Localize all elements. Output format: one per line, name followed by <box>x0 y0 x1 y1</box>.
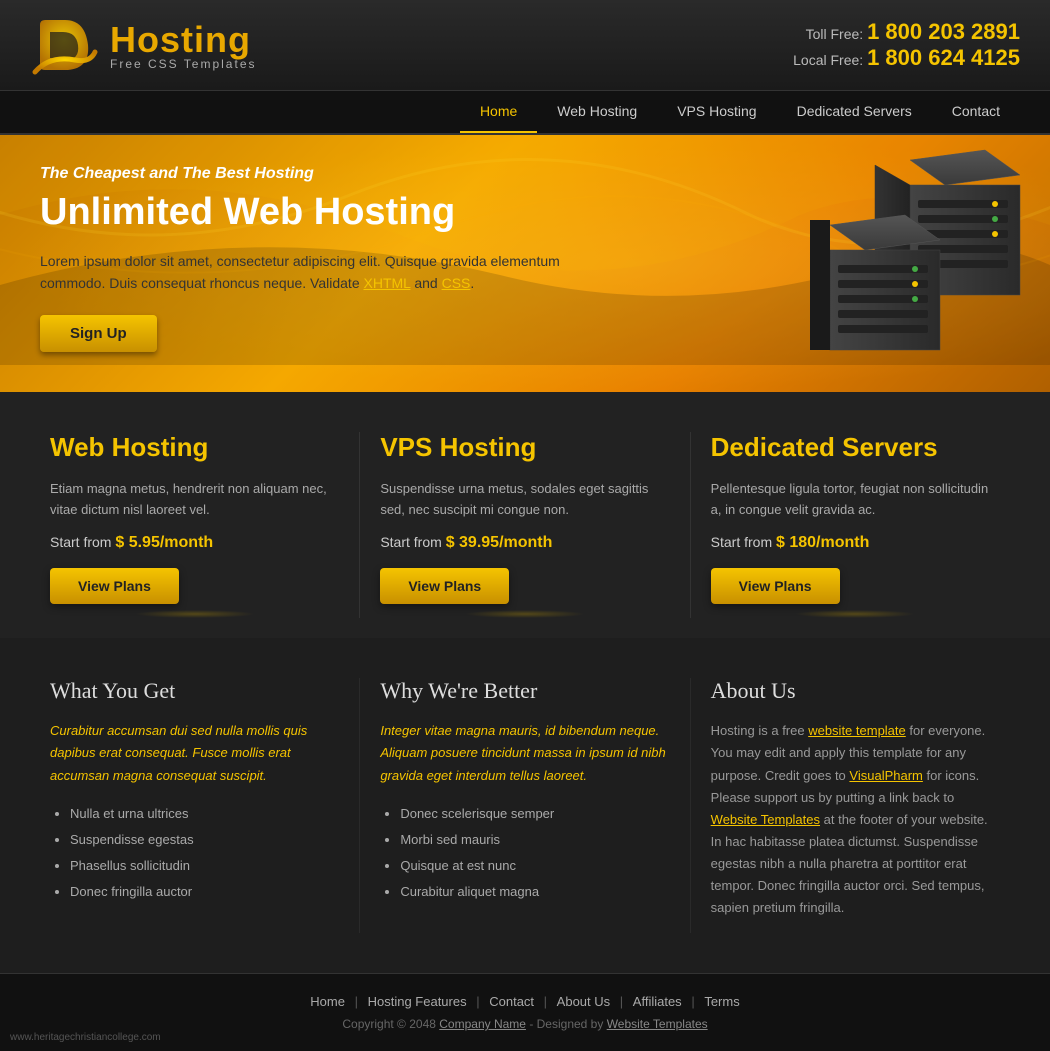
hero-title: Unlimited Web Hosting <box>40 191 574 234</box>
plan-dedicated-servers-title: Dedicated Servers <box>711 432 1000 463</box>
list-item: Nulla et urna ultrices <box>70 801 339 827</box>
footer-wrapper: Home | Hosting Features | Contact | Abou… <box>0 973 1050 1051</box>
btn-reflection <box>135 610 255 618</box>
nav-vps-hosting[interactable]: VPS Hosting <box>657 91 776 133</box>
footer-copyright: Copyright © 2048 Company Name - Designed… <box>30 1017 1020 1031</box>
logo-text-area: Hosting Free CSS Templates <box>110 19 257 71</box>
plan-web-hosting-desc: Etiam magna metus, hendrerit non aliquam… <box>50 479 339 521</box>
plans-section: Web Hosting Etiam magna metus, hendrerit… <box>0 392 1050 639</box>
copyright-text: Copyright © 2048 <box>342 1017 436 1031</box>
designed-by-text: - Designed by <box>529 1017 606 1031</box>
view-plans-dedicated-servers[interactable]: View Plans <box>711 568 840 604</box>
footer-divider: | <box>355 994 362 1009</box>
plan-vps-hosting-title: VPS Hosting <box>380 432 669 463</box>
logo-area: Hosting Free CSS Templates <box>30 10 257 80</box>
website-template-link[interactable]: website template <box>808 723 906 738</box>
local-free-label: Local Free: <box>793 52 863 68</box>
company-name-link[interactable]: Company Name <box>439 1017 526 1031</box>
contact-area: Toll Free: 1 800 203 2891 Local Free: 1 … <box>793 19 1020 71</box>
toll-free-label: Toll Free: <box>806 26 864 42</box>
toll-free-number: 1 800 203 2891 <box>867 19 1020 44</box>
footer-link-affiliates[interactable]: Affiliates <box>633 994 682 1009</box>
info-section: What You Get Curabitur accumsan dui sed … <box>0 638 1050 973</box>
list-item: Donec scelerisque semper <box>400 801 669 827</box>
footer-divider: | <box>691 994 698 1009</box>
list-item: Suspendisse egestas <box>70 827 339 853</box>
website-templates-link-about[interactable]: Website Templates <box>711 812 820 827</box>
nav-dedicated-servers[interactable]: Dedicated Servers <box>777 91 932 133</box>
footer-link-about-us[interactable]: About Us <box>557 994 610 1009</box>
info-why-better-title: Why We're Better <box>380 678 669 704</box>
main-nav: Home Web Hosting VPS Hosting Dedicated S… <box>0 91 1050 135</box>
plan-web-hosting: Web Hosting Etiam magna metus, hendrerit… <box>30 432 360 619</box>
list-item: Donec fringilla auctor <box>70 879 339 905</box>
hero-server-image <box>810 145 1030 360</box>
toll-free-line: Toll Free: 1 800 203 2891 <box>793 19 1020 45</box>
info-about-us-text: Hosting is a free website template for e… <box>711 720 1000 919</box>
list-item: Curabitur aliquet magna <box>400 879 669 905</box>
footer-divider: | <box>620 994 627 1009</box>
list-item: Morbi sed mauris <box>400 827 669 853</box>
hero-tagline: The Cheapest and The Best Hosting <box>40 165 574 183</box>
hero-description: Lorem ipsum dolor sit amet, consectetur … <box>40 250 574 295</box>
plan-dedicated-servers: Dedicated Servers Pellentesque ligula to… <box>691 432 1020 619</box>
watermark: www.heritagechristiancollege.com <box>10 1032 161 1043</box>
website-templates-footer-link[interactable]: Website Templates <box>607 1017 708 1031</box>
logo-title: Hosting <box>110 19 257 61</box>
logo-subtitle: Free CSS Templates <box>110 57 257 71</box>
footer-link-contact[interactable]: Contact <box>489 994 534 1009</box>
info-about-us: About Us Hosting is a free website templ… <box>691 678 1020 933</box>
info-what-you-get: What You Get Curabitur accumsan dui sed … <box>30 678 360 933</box>
footer-divider: | <box>544 994 551 1009</box>
site-header: Hosting Free CSS Templates Toll Free: 1 … <box>0 0 1050 91</box>
css-link[interactable]: CSS <box>442 275 471 291</box>
info-why-better-list: Donec scelerisque semper Morbi sed mauri… <box>380 801 669 905</box>
plan-web-hosting-price: Start from $ 5.95/month <box>50 534 339 552</box>
visual-pharm-link[interactable]: VisualPharm <box>849 768 922 783</box>
list-item: Phasellus sollicitudin <box>70 853 339 879</box>
footer-link-terms[interactable]: Terms <box>704 994 739 1009</box>
signup-button[interactable]: Sign Up <box>40 315 157 352</box>
btn-reflection-vps <box>465 610 585 618</box>
btn-reflection-dedicated <box>795 610 915 618</box>
hero-content: The Cheapest and The Best Hosting Unlimi… <box>40 165 574 352</box>
info-about-us-title: About Us <box>711 678 1000 704</box>
info-why-better: Why We're Better Integer vitae magna mau… <box>360 678 690 933</box>
footer-link-hosting-features[interactable]: Hosting Features <box>368 994 467 1009</box>
view-plans-web-hosting[interactable]: View Plans <box>50 568 179 604</box>
info-what-you-get-list: Nulla et urna ultrices Suspendisse egest… <box>50 801 339 905</box>
nav-home[interactable]: Home <box>460 91 537 133</box>
list-item: Quisque at est nunc <box>400 853 669 879</box>
info-why-better-text: Integer vitae magna mauris, id bibendum … <box>380 720 669 786</box>
plan-dedicated-servers-desc: Pellentesque ligula tortor, feugiat non … <box>711 479 1000 521</box>
footer-links: Home | Hosting Features | Contact | Abou… <box>30 994 1020 1009</box>
local-free-line: Local Free: 1 800 624 4125 <box>793 45 1020 71</box>
plan-web-hosting-title: Web Hosting <box>50 432 339 463</box>
plan-vps-hosting: VPS Hosting Suspendisse urna metus, soda… <box>360 432 690 619</box>
local-free-number: 1 800 624 4125 <box>867 45 1020 70</box>
nav-web-hosting[interactable]: Web Hosting <box>537 91 657 133</box>
view-plans-vps-hosting[interactable]: View Plans <box>380 568 509 604</box>
xhtml-link[interactable]: XHTML <box>364 275 411 291</box>
info-what-you-get-text: Curabitur accumsan dui sed nulla mollis … <box>50 720 339 786</box>
nav-contact[interactable]: Contact <box>932 91 1020 133</box>
hero-section: The Cheapest and The Best Hosting Unlimi… <box>0 135 1050 392</box>
logo-icon <box>30 10 100 80</box>
footer-link-home[interactable]: Home <box>310 994 345 1009</box>
plan-dedicated-servers-price: Start from $ 180/month <box>711 534 1000 552</box>
plan-vps-hosting-price: Start from $ 39.95/month <box>380 534 669 552</box>
plan-vps-hosting-desc: Suspendisse urna metus, sodales eget sag… <box>380 479 669 521</box>
info-what-you-get-title: What You Get <box>50 678 339 704</box>
footer-divider: | <box>476 994 483 1009</box>
